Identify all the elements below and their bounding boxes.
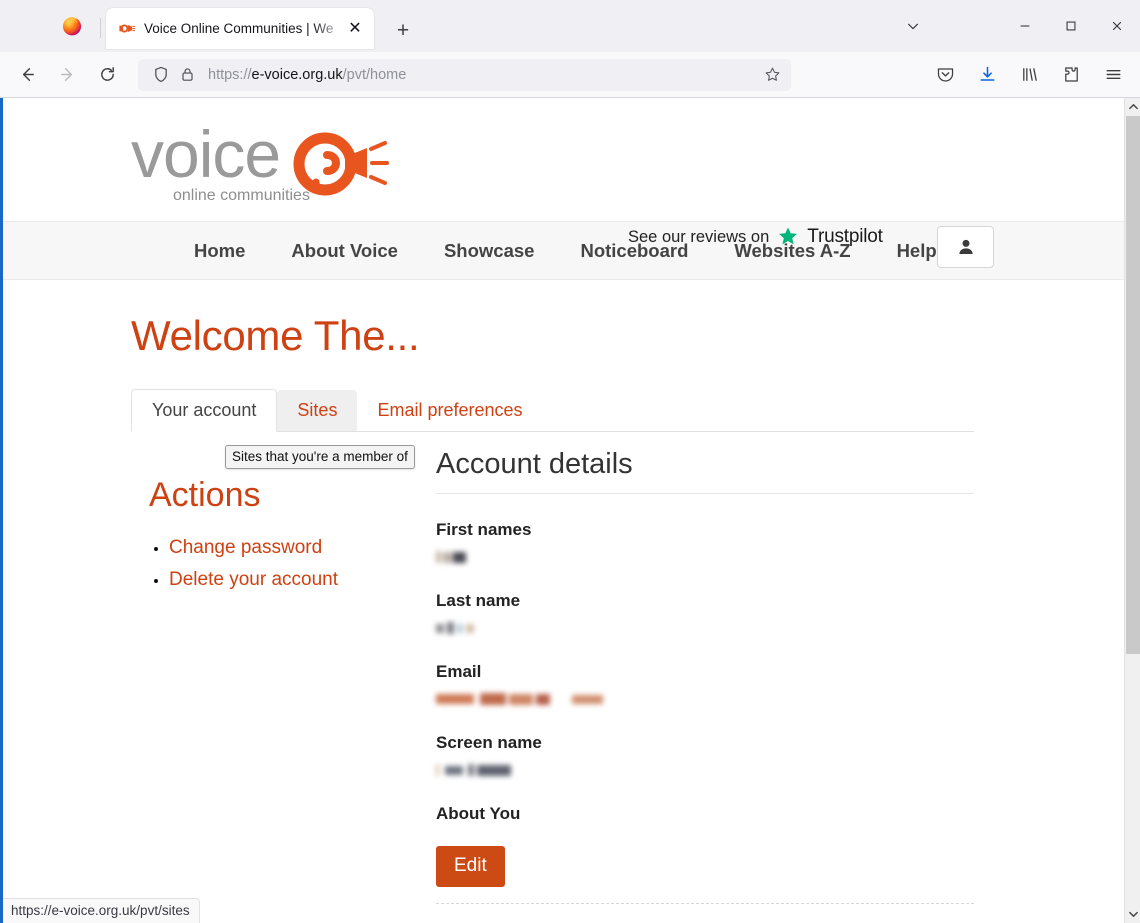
back-arrow-icon[interactable]	[10, 59, 44, 91]
field-value-redacted	[436, 621, 974, 636]
url-domain: e-voice.org.uk	[251, 66, 343, 83]
page-scrollbar[interactable]	[1124, 98, 1140, 923]
window-controls	[890, 0, 1140, 52]
scroll-up-arrow-icon[interactable]	[1125, 98, 1140, 115]
nav-item-about-voice[interactable]: About Voice	[268, 240, 421, 262]
content-columns: Actions Change password Delete your acco…	[131, 448, 1124, 904]
tab-sites[interactable]: Sites	[277, 390, 358, 431]
url-text[interactable]: https://e-voice.org.uk/pvt/home	[202, 67, 759, 83]
scrollbar-thumb[interactable]	[1126, 116, 1140, 654]
url-path: /pvt/home	[342, 66, 407, 83]
field-last-name: Last name	[436, 591, 974, 636]
field-label: About You	[436, 804, 521, 823]
field-label: Screen name	[436, 733, 542, 752]
pocket-save-icon[interactable]	[928, 59, 962, 91]
bookmark-star-icon[interactable]	[759, 62, 785, 88]
actions-heading: Actions	[149, 476, 261, 514]
reload-icon[interactable]	[90, 59, 124, 91]
firefox-logo-icon	[50, 0, 94, 52]
field-value-redacted	[436, 692, 974, 707]
field-email: Email	[436, 662, 974, 707]
toolbar-icon-group	[920, 59, 1130, 91]
url-scheme: https://	[208, 66, 252, 83]
tab-strip: Voice Online Communities | We ✕ +	[0, 0, 1140, 52]
site-header: voice online communities See our reviews…	[3, 98, 1124, 268]
field-value-redacted	[436, 763, 974, 778]
voice-site-favicon	[119, 24, 135, 33]
reviews-prefix: See our reviews on	[628, 227, 770, 246]
field-value-redacted	[436, 550, 974, 565]
forward-arrow-icon[interactable]	[50, 59, 84, 91]
edit-button[interactable]: Edit	[436, 846, 505, 887]
library-books-icon[interactable]	[1012, 59, 1046, 91]
tab-close-icon[interactable]: ✕	[344, 18, 366, 40]
list-item: Delete your account	[169, 569, 436, 591]
voice-logo[interactable]: voice online communities	[131, 119, 399, 205]
page-viewport: voice online communities See our reviews…	[0, 98, 1140, 923]
field-about-you: About You Edit	[436, 804, 974, 904]
status-bar-url: https://e-voice.org.uk/pvt/sites	[3, 898, 200, 923]
actions-list: Change password Delete your account	[169, 537, 436, 591]
action-change-password[interactable]: Change password	[169, 537, 322, 558]
field-first-names: First names	[436, 520, 974, 565]
account-person-icon[interactable]	[937, 226, 994, 268]
list-all-tabs-button[interactable]	[890, 6, 936, 46]
tab-title: Voice Online Communities | We	[144, 21, 334, 36]
download-arrow-icon[interactable]	[970, 59, 1004, 91]
redaction-blur	[436, 550, 468, 565]
url-bar[interactable]: https://e-voice.org.uk/pvt/home	[138, 58, 791, 91]
trustpilot-star-icon	[779, 227, 798, 245]
svg-text:online communities: online communities	[173, 187, 310, 204]
extensions-puzzle-icon[interactable]	[1054, 59, 1088, 91]
actions-column: Actions Change password Delete your acco…	[131, 448, 436, 904]
browser-toolbar: https://e-voice.org.uk/pvt/home	[0, 52, 1140, 98]
maximize-button[interactable]	[1048, 6, 1094, 46]
redaction-blur	[436, 621, 484, 636]
section-divider	[436, 903, 974, 904]
svg-text:voice: voice	[131, 119, 280, 191]
account-tabs: Your account Sites Email preferences	[131, 384, 974, 432]
scroll-down-arrow-icon[interactable]	[1125, 906, 1140, 923]
page-title: Welcome The...	[131, 312, 420, 359]
account-details-heading: Account details	[436, 448, 974, 494]
redaction-blur	[436, 692, 608, 707]
list-item: Change password	[169, 537, 436, 559]
new-tab-button[interactable]: +	[388, 15, 418, 45]
close-window-button[interactable]	[1094, 6, 1140, 46]
browser-window: Voice Online Communities | We ✕ + https:…	[0, 0, 1140, 923]
nav-item-showcase[interactable]: Showcase	[421, 240, 558, 262]
browser-tab[interactable]: Voice Online Communities | We ✕	[100, 8, 374, 49]
trustpilot-brand: Trustpilot	[807, 226, 883, 247]
tab-email-preferences[interactable]: Email preferences	[357, 390, 542, 431]
field-screen-name: Screen name	[436, 733, 974, 778]
tooltip-sites: Sites that you're a member of	[225, 445, 415, 469]
tracking-protection-shield-icon[interactable]	[150, 66, 172, 84]
connection-lock-icon[interactable]	[176, 66, 198, 84]
minimize-button[interactable]	[1002, 6, 1048, 46]
action-delete-account[interactable]: Delete your account	[169, 569, 338, 590]
page-content: voice online communities See our reviews…	[3, 98, 1124, 923]
tab-your-account[interactable]: Your account	[131, 389, 278, 432]
hamburger-menu-icon[interactable]	[1096, 59, 1130, 91]
trustpilot-reviews[interactable]: See our reviews on Trustpilot	[628, 226, 883, 248]
page-body: Welcome The... Your account Sites Email …	[3, 312, 1124, 904]
redaction-blur	[436, 763, 528, 778]
field-label: First names	[436, 520, 532, 539]
nav-item-home[interactable]: Home	[194, 240, 268, 262]
field-label: Email	[436, 662, 482, 681]
field-label: Last name	[436, 591, 521, 610]
account-details-column: Account details First names Last name Em…	[436, 448, 1124, 904]
